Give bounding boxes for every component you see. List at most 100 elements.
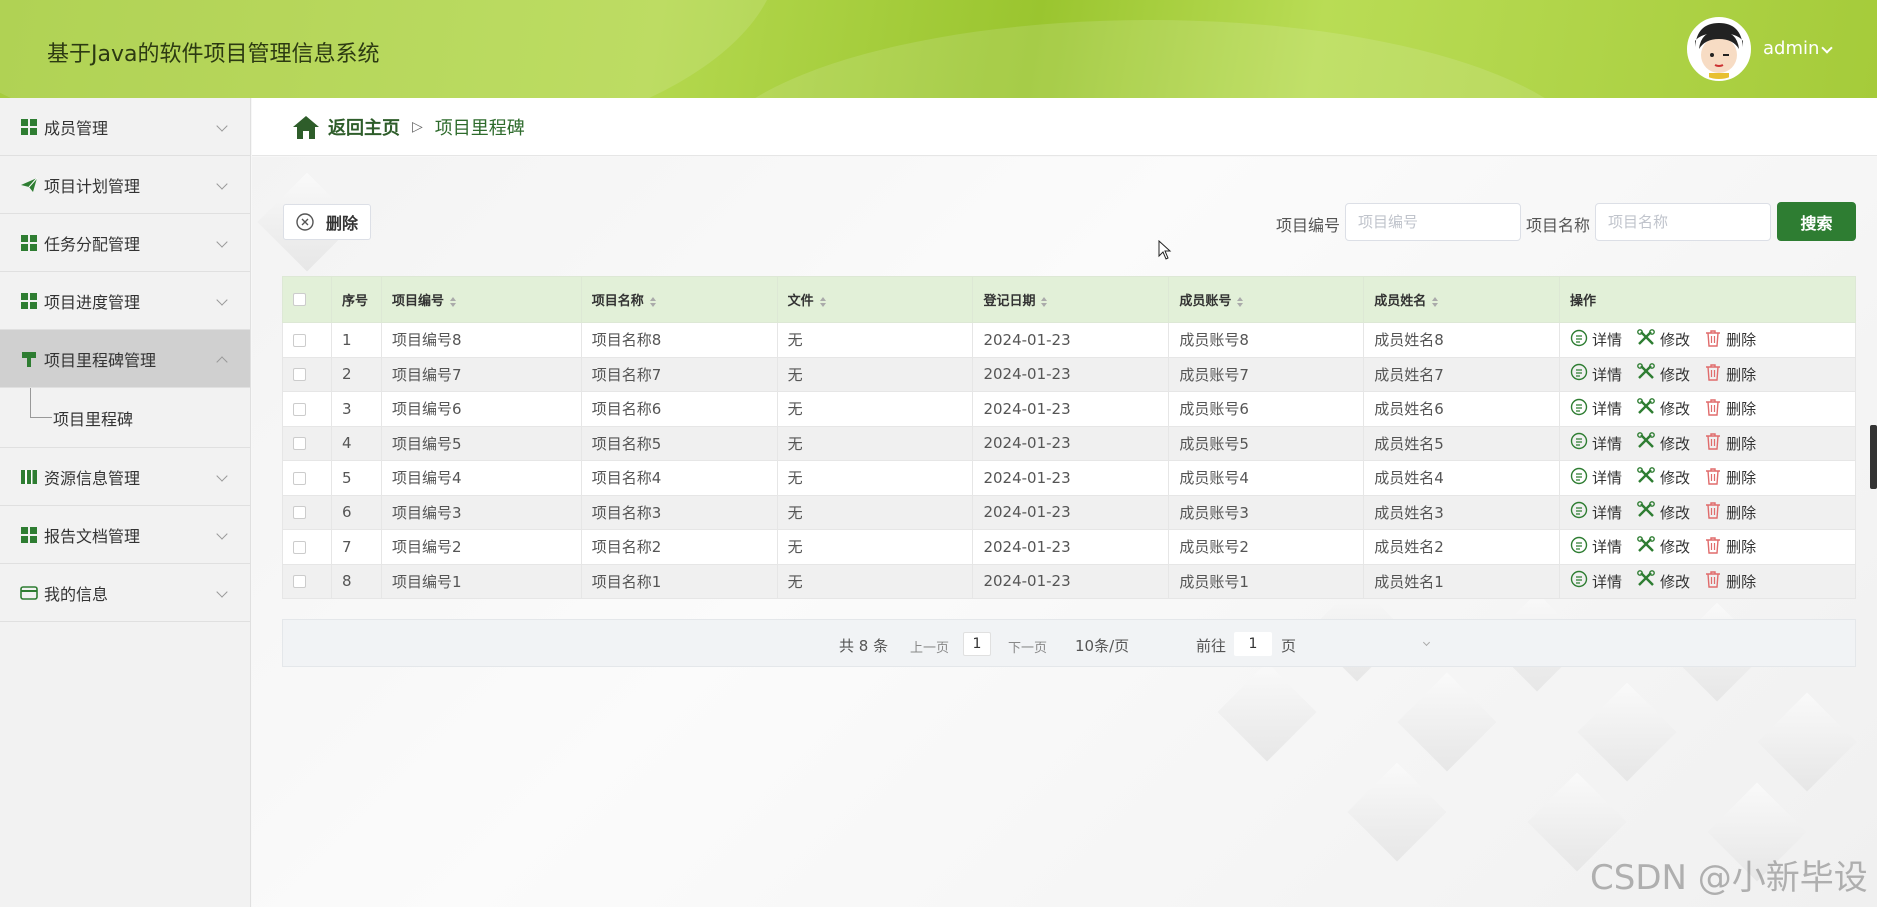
cell-project-name: 项目名称8	[580, 322, 778, 358]
row-checkbox[interactable]	[293, 575, 306, 589]
detail-button[interactable]: 详情	[1570, 398, 1622, 420]
sidebar-item-resources[interactable]: 资源信息管理	[0, 448, 250, 506]
table-row[interactable]: 3 项目编号6 项目名称6 无 2024-01-23 成员账号6 成员姓名6 详情 修改 删除	[282, 391, 1856, 427]
sort-icon[interactable]	[1432, 296, 1439, 307]
delete-button[interactable]: 删除	[1704, 363, 1756, 385]
delete-button[interactable]: 删除	[1704, 467, 1756, 489]
table-row[interactable]: 4 项目编号5 项目名称5 无 2024-01-23 成员账号5 成员姓名5 详情 修改 删除	[282, 425, 1856, 461]
detail-button[interactable]: 详情	[1570, 432, 1622, 454]
detail-button[interactable]: 详情	[1570, 329, 1622, 351]
cell-file: 无	[776, 425, 974, 461]
row-checkbox-cell[interactable]	[282, 391, 332, 427]
sidebar-subitem-milestone[interactable]: 项目里程碑	[0, 388, 250, 448]
edit-button[interactable]: 修改	[1636, 570, 1690, 592]
search-button[interactable]: 搜索	[1777, 202, 1856, 241]
pagination-next-button[interactable]: 下一页	[1008, 637, 1047, 656]
detail-icon	[1570, 363, 1592, 385]
sidebar: 成员管理 项目计划管理 任务分配管理 项目进度管理 项目里程碑管理 项目里程碑	[0, 98, 251, 907]
column-header-account[interactable]: 成员账号	[1168, 276, 1365, 323]
sidebar-item-project-plan[interactable]: 项目计划管理	[0, 156, 250, 214]
sidebar-item-label: 项目计划管理	[44, 176, 141, 196]
row-checkbox[interactable]	[293, 333, 306, 347]
row-checkbox[interactable]	[293, 506, 306, 520]
scrollbar-thumb[interactable]	[1870, 425, 1877, 489]
sidebar-item-my-info[interactable]: 我的信息	[0, 564, 250, 622]
detail-button[interactable]: 详情	[1570, 501, 1622, 523]
delete-button[interactable]: 删除	[1704, 570, 1756, 592]
row-checkbox[interactable]	[293, 540, 306, 554]
sort-icon[interactable]	[649, 296, 656, 307]
pagination-goto-input[interactable]: 1	[1234, 632, 1272, 656]
edit-button[interactable]: 修改	[1636, 397, 1690, 420]
row-checkbox-cell[interactable]	[282, 460, 332, 496]
edit-button[interactable]: 修改	[1636, 432, 1690, 454]
detail-button[interactable]: 详情	[1570, 536, 1622, 558]
home-icon[interactable]	[292, 114, 320, 140]
edit-button[interactable]: 修改	[1636, 363, 1690, 385]
sort-icon[interactable]	[819, 296, 826, 307]
sidebar-item-reports[interactable]: 报告文档管理	[0, 506, 250, 564]
column-header-label: 成员姓名	[1374, 294, 1427, 309]
search-name-input[interactable]	[1595, 203, 1771, 241]
chevron-down-icon[interactable]	[1821, 42, 1833, 54]
table-row[interactable]: 8 项目编号1 项目名称1 无 2024-01-23 成员账号1 成员姓名1 详情 修改 删除	[282, 563, 1856, 599]
trash-icon	[1704, 501, 1726, 523]
watermark: CSDN @小新毕设	[1590, 858, 1868, 898]
edit-button[interactable]: 修改	[1636, 501, 1690, 523]
delete-button[interactable]: 删除	[1704, 536, 1756, 558]
row-checkbox[interactable]	[293, 471, 306, 485]
avatar[interactable]	[1687, 17, 1751, 81]
sidebar-item-members[interactable]: 成员管理	[0, 98, 250, 156]
row-checkbox-cell[interactable]	[282, 356, 332, 392]
pagination-page-size-select[interactable]: 10条/页	[1075, 635, 1129, 656]
row-checkbox-cell[interactable]	[282, 563, 332, 599]
sidebar-item-task-assign[interactable]: 任务分配管理	[0, 214, 250, 272]
delete-button[interactable]: 删除	[1704, 432, 1756, 454]
send-icon	[20, 176, 38, 194]
row-checkbox[interactable]	[293, 437, 306, 451]
table-row[interactable]: 6 项目编号3 项目名称3 无 2024-01-23 成员账号3 成员姓名3 详情 修改 删除	[282, 494, 1856, 530]
table-row[interactable]: 5 项目编号4 项目名称4 无 2024-01-23 成员账号4 成员姓名4 详情 修改 删除	[282, 460, 1856, 496]
row-checkbox-cell[interactable]	[282, 494, 332, 530]
column-header-date[interactable]: 登记日期	[972, 276, 1170, 323]
edit-button[interactable]: 修改	[1636, 328, 1690, 351]
sort-icon[interactable]	[1041, 296, 1048, 307]
edit-button[interactable]: 修改	[1636, 466, 1690, 489]
select-all-checkbox-cell[interactable]	[282, 276, 332, 323]
sidebar-item-progress[interactable]: 项目进度管理	[0, 272, 250, 330]
row-checkbox[interactable]	[293, 402, 306, 416]
delete-button[interactable]: 删除	[1704, 501, 1756, 523]
column-header-code[interactable]: 项目编号	[380, 276, 582, 323]
search-code-input[interactable]	[1345, 203, 1521, 241]
row-checkbox-cell[interactable]	[282, 425, 332, 461]
pagination: 共 8 条 上一页 1 下一页 10条/页 前往 1 页	[282, 619, 1856, 667]
table-row[interactable]: 2 项目编号7 项目名称7 无 2024-01-23 成员账号7 成员姓名7 详情 修改 删除	[282, 356, 1856, 392]
sidebar-item-milestone[interactable]: 项目里程碑管理	[0, 330, 250, 388]
select-all-checkbox[interactable]	[293, 293, 306, 306]
delete-button[interactable]: 删除	[1704, 329, 1756, 351]
detail-button[interactable]: 详情	[1570, 467, 1622, 489]
user-menu-name[interactable]: admin	[1763, 38, 1819, 59]
column-header-member[interactable]: 成员姓名	[1363, 276, 1561, 323]
chevron-down-icon[interactable]	[1422, 638, 1431, 647]
breadcrumb-home-link[interactable]: 返回主页	[328, 114, 400, 140]
column-header-file[interactable]: 文件	[776, 276, 974, 323]
batch-delete-button[interactable]: 删除	[283, 204, 371, 240]
table-row[interactable]: 1 项目编号8 项目名称8 无 2024-01-23 成员账号8 成员姓名8 详情 修改 删除	[282, 322, 1856, 358]
detail-button[interactable]: 详情	[1570, 570, 1622, 592]
sort-icon[interactable]	[1237, 296, 1244, 307]
detail-button[interactable]: 详情	[1570, 363, 1622, 385]
cell-member-name: 成员姓名7	[1363, 356, 1561, 392]
pagination-prev-button[interactable]: 上一页	[910, 637, 949, 656]
row-checkbox[interactable]	[293, 368, 306, 382]
cell-project-code: 项目编号7	[380, 356, 582, 392]
row-checkbox-cell[interactable]	[282, 529, 332, 565]
column-header-name[interactable]: 项目名称	[580, 276, 778, 323]
pagination-current-page[interactable]: 1	[963, 632, 991, 656]
table-row[interactable]: 7 项目编号2 项目名称2 无 2024-01-23 成员账号2 成员姓名2 详情 修改 删除	[282, 529, 1856, 565]
row-checkbox-cell[interactable]	[282, 322, 332, 358]
sort-icon[interactable]	[449, 296, 456, 307]
detail-icon	[1570, 501, 1592, 523]
delete-button[interactable]: 删除	[1704, 398, 1756, 420]
edit-button[interactable]: 修改	[1636, 535, 1690, 558]
